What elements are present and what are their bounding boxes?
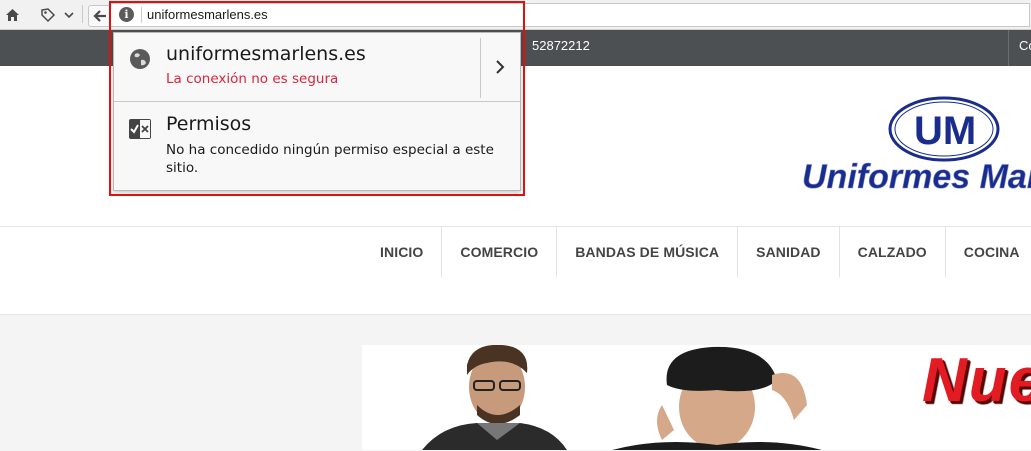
nav-item-calzado[interactable]: CALZADO <box>840 227 946 277</box>
nav-item-bandas-de-musica[interactable]: BANDAS DE MÚSICA <box>557 227 739 277</box>
hero-banner[interactable]: Nue <box>362 345 1031 450</box>
highlight-box <box>109 1 525 196</box>
logo-name: Uniformes Marl <box>802 158 1031 196</box>
topbar-divider <box>1008 30 1009 66</box>
topbar-link[interactable]: Co <box>1019 38 1031 53</box>
banner-headline: Nue <box>922 346 1031 415</box>
nav-item-sanidad[interactable]: SANIDAD <box>738 227 840 277</box>
nav-item-cocina[interactable]: COCINA <box>946 227 1031 277</box>
chevron-down-icon[interactable] <box>62 5 76 25</box>
bookmark-icon[interactable] <box>38 5 58 25</box>
nav-item-comercio[interactable]: COMERCIO <box>442 227 558 277</box>
nav-item-inicio[interactable]: INICIO <box>362 227 443 277</box>
home-icon[interactable] <box>2 5 22 25</box>
phone-number: 52872212 <box>532 38 590 53</box>
toolbar-separator <box>82 5 83 23</box>
logo-monogram: UM <box>914 109 976 153</box>
site-logo[interactable]: UM Uniformes Marl <box>800 96 1031 202</box>
main-nav: INICIO COMERCIO BANDAS DE MÚSICA SANIDAD… <box>362 227 1031 277</box>
